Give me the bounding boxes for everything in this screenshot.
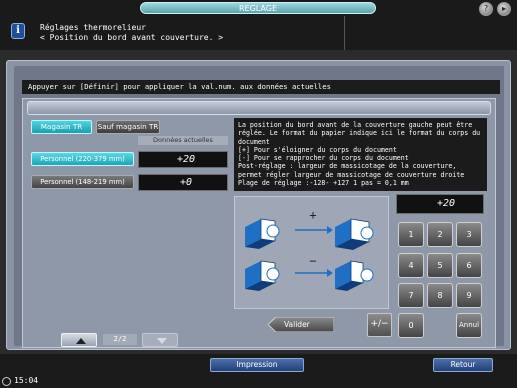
- arrow-icon[interactable]: ▸: [497, 2, 511, 16]
- book-after-minus-icon: [335, 260, 374, 291]
- retour-button[interactable]: Retour: [433, 358, 493, 372]
- page-down-button: [142, 333, 178, 347]
- adjustment-diagram: + −: [234, 196, 389, 309]
- impression-button[interactable]: Impression: [210, 358, 304, 372]
- row-personnel-220-379-button[interactable]: Personnel (220-379 mm): [31, 152, 134, 166]
- keypad-display: +20: [396, 194, 484, 214]
- current-data-header: Données actuelles: [138, 136, 228, 145]
- cancel-key[interactable]: Annul: [456, 313, 482, 338]
- instruction-text: Appuyer sur [Définir] pour appliquer la …: [22, 80, 500, 94]
- divider: [344, 16, 345, 50]
- key-5[interactable]: 5: [427, 253, 453, 278]
- booklet-diagram-icon: + −: [245, 208, 374, 291]
- clock-icon: [2, 377, 11, 386]
- book-after-plus-icon: [335, 218, 374, 250]
- message-line-2: < Position du bord avant couverture. >: [40, 33, 224, 42]
- tab-magasin-tr[interactable]: Magasin TR: [31, 120, 92, 134]
- key-2[interactable]: 2: [427, 222, 453, 247]
- book-before-minus-icon: [245, 260, 280, 291]
- info-icon: i: [11, 23, 25, 39]
- arrow-down-icon: [157, 338, 167, 344]
- page-up-button[interactable]: [61, 333, 97, 347]
- key-4[interactable]: 4: [398, 253, 424, 278]
- arrow-up-icon: [76, 338, 86, 344]
- row-personnel-148-219-button[interactable]: Personnel (148-219 mm): [31, 175, 134, 189]
- key-1[interactable]: 1: [398, 222, 424, 247]
- description-text: La position du bord avant de la couvertu…: [234, 118, 487, 191]
- plus-sign: +: [309, 208, 316, 222]
- clock-time: 15:04: [14, 376, 39, 385]
- key-7[interactable]: 7: [398, 283, 424, 308]
- minus-sign: −: [309, 254, 316, 268]
- key-0[interactable]: 0: [398, 313, 424, 338]
- book-before-plus-icon: [245, 218, 280, 249]
- page-indicator: 2/2: [103, 334, 137, 345]
- plus-minus-button[interactable]: +/−: [367, 313, 392, 337]
- key-3[interactable]: 3: [456, 222, 482, 247]
- question-icon[interactable]: ?: [479, 2, 493, 16]
- message-line-1: Réglages thermorelieur: [40, 23, 146, 32]
- valider-label: Valider: [284, 320, 310, 329]
- row-personnel-220-379-value: +20: [138, 151, 228, 168]
- window-title: REGLAGE: [140, 2, 376, 14]
- row-personnel-148-219-value: +0: [138, 174, 228, 191]
- key-8[interactable]: 8: [427, 283, 453, 308]
- key-6[interactable]: 6: [456, 253, 482, 278]
- key-9[interactable]: 9: [456, 283, 482, 308]
- tab-sauf-magasin-tr[interactable]: Sauf magasin TR: [96, 120, 160, 134]
- panel-header: [27, 101, 491, 115]
